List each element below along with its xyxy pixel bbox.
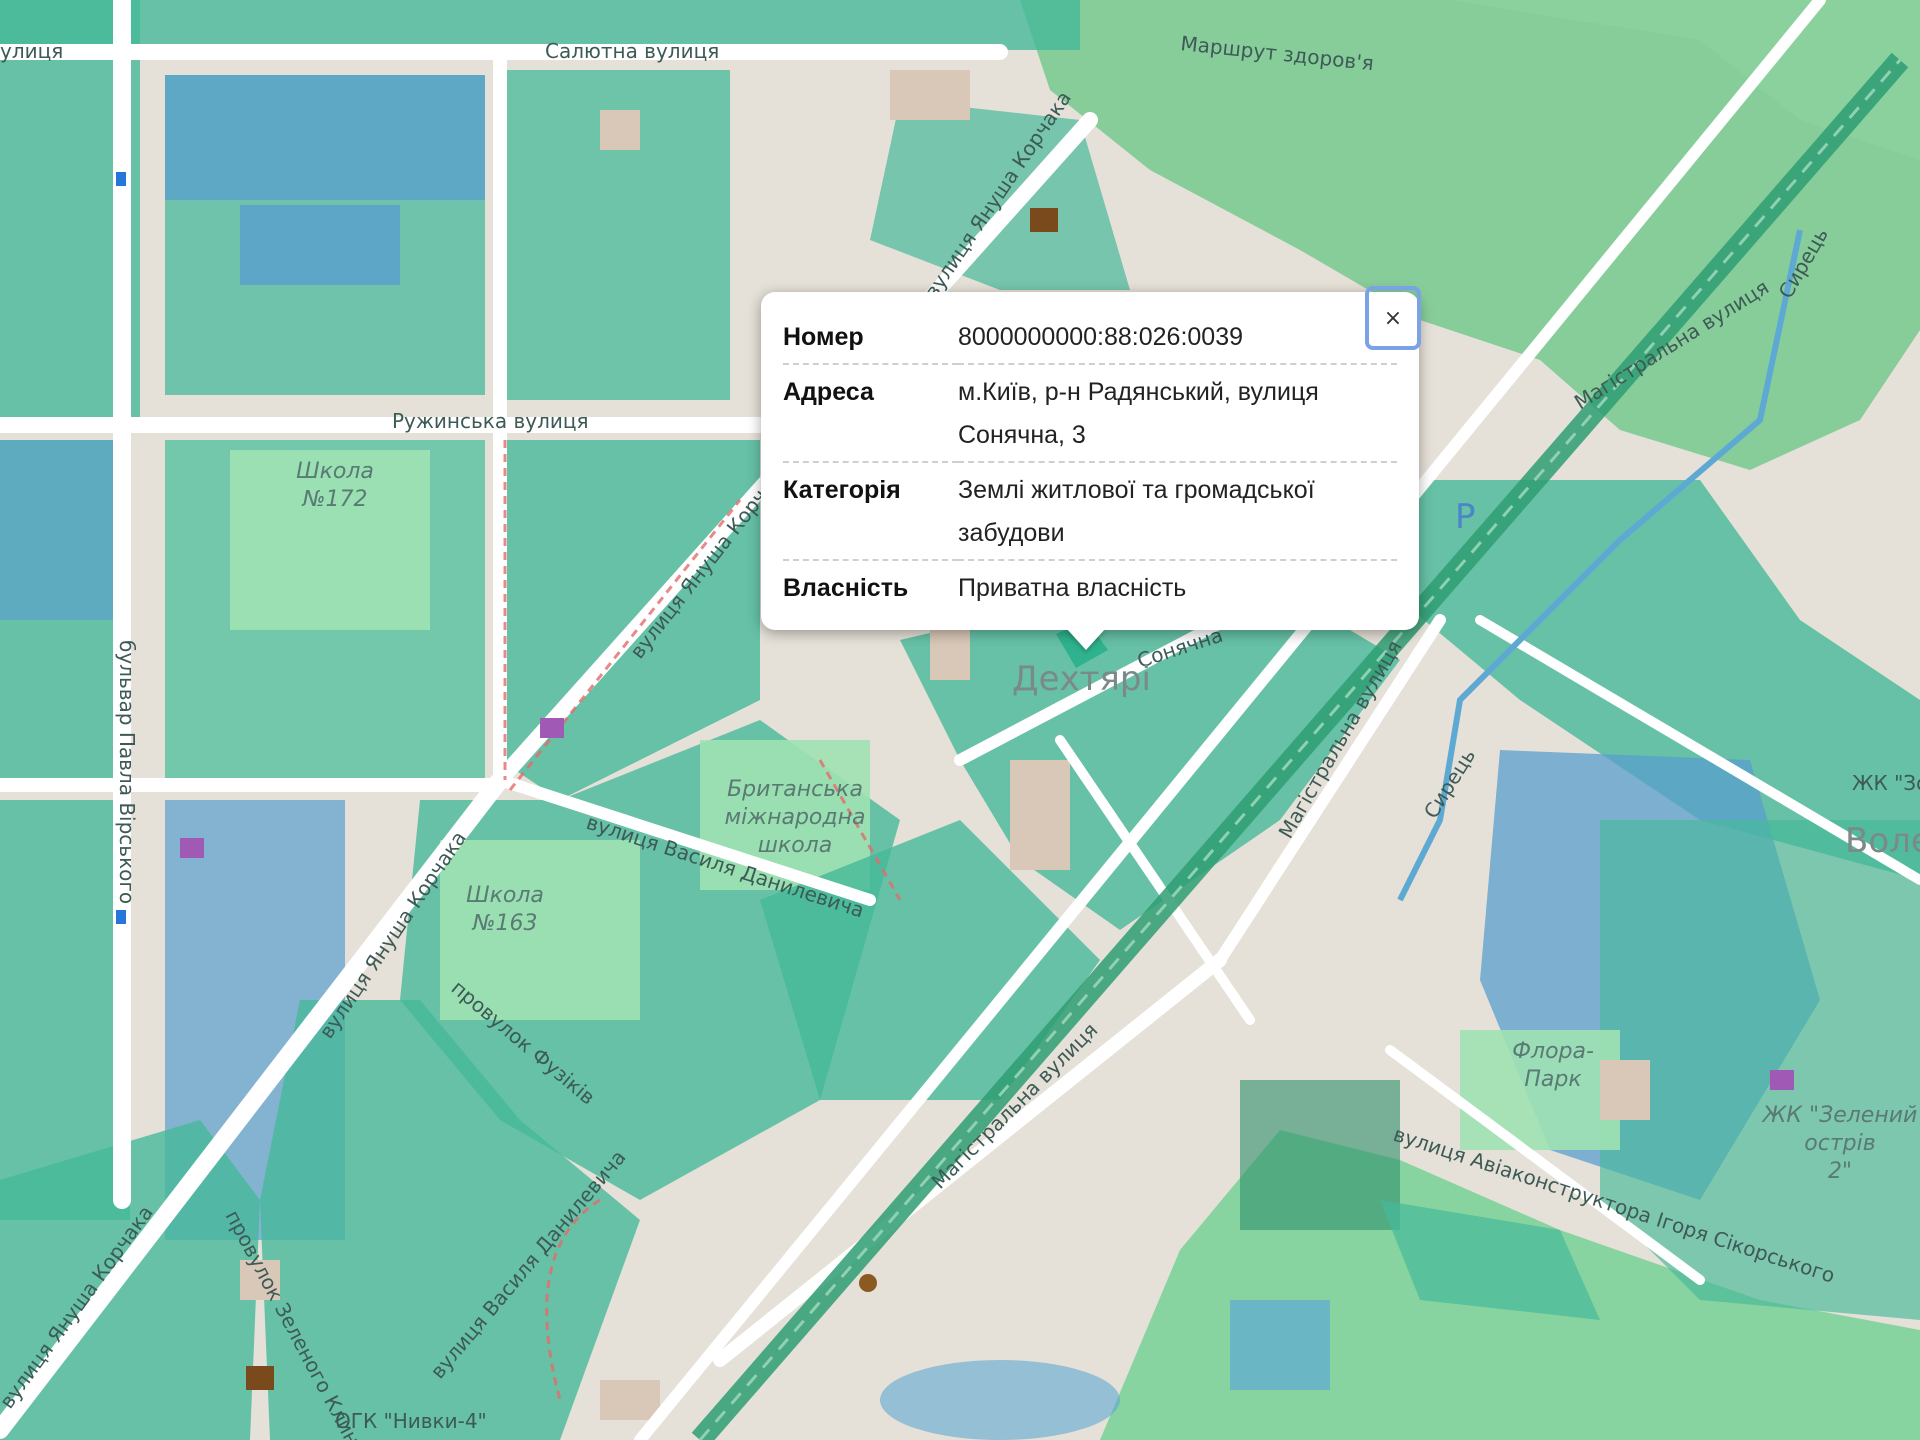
- parcel-info-popup: × Номер 8000000000:88:026:0039 Адреса м.…: [761, 286, 1421, 630]
- info-key-ownership: Власність: [783, 574, 909, 602]
- shop-icon-left: [180, 838, 204, 858]
- label-zhk-zelenyi-line2: острів: [1804, 1131, 1875, 1156]
- info-key-category: Категорія: [783, 462, 958, 561]
- parking-icon: P: [1455, 497, 1476, 537]
- library-icon-bottom: [246, 1366, 274, 1390]
- label-virskoho-boulevard: бульвар Павла Вірського: [115, 640, 139, 904]
- label-ulytsia-left: улиця: [0, 39, 63, 63]
- info-key-number: Номер: [783, 310, 958, 365]
- parcel-info-table: Номер 8000000000:88:026:0039 Адреса м.Ки…: [783, 310, 1397, 614]
- label-zhk-zelenyi-line3: 2": [1828, 1159, 1852, 1184]
- label-ruzhynska-street: Ружинська вулиця: [392, 409, 589, 433]
- shop-icon-right: [1770, 1070, 1794, 1090]
- label-ogk: ОГК "Нивки-4": [335, 1409, 487, 1433]
- label-british-school-line3: школа: [758, 833, 832, 858]
- label-flora-park-line2: Парк: [1524, 1067, 1582, 1092]
- info-row-ownership: Власність Приватна власність: [783, 560, 1397, 614]
- close-popup-button[interactable]: ×: [1365, 286, 1421, 350]
- label-vole-district: Воле: [1845, 821, 1920, 861]
- info-row-category: Категорія Землі житлової та громадської …: [783, 462, 1397, 561]
- info-value-address: м.Київ, р-н Радянський, вулиця Сонячна, …: [958, 364, 1397, 463]
- label-british-school-line1: Британська: [727, 777, 863, 802]
- label-zhk-zelenyi-line1: ЖК "Зелений: [1761, 1103, 1918, 1128]
- label-school-163-number: №163: [472, 911, 538, 936]
- popup-pointer: [1066, 628, 1106, 650]
- label-school-172-number: №172: [302, 487, 368, 512]
- info-key-address: Адреса: [783, 364, 958, 463]
- label-british-school-line2: міжнародна: [725, 805, 866, 830]
- info-value-category: Землі житлової та громадської забудови: [958, 462, 1397, 561]
- map-canvas[interactable]: Салютна вулиця Ружинська вулиця вулиця Я…: [0, 0, 1920, 1440]
- railway-station-icon: [859, 1274, 877, 1292]
- library-icon: [1030, 208, 1058, 232]
- info-value-ownership: Приватна власність: [958, 574, 1187, 602]
- info-value-number: 8000000000:88:026:0039: [958, 310, 1397, 365]
- info-row-address: Адреса м.Київ, р-н Радянський, вулиця Со…: [783, 364, 1397, 463]
- info-row-number: Номер 8000000000:88:026:0039: [783, 310, 1397, 365]
- label-salyutna-street: Салютна вулиця: [545, 39, 719, 63]
- label-school-172-name: Школа: [296, 459, 374, 484]
- label-dehtiari-district: Дехтярі: [1012, 659, 1151, 699]
- bus-stop-icon-2: [116, 910, 126, 924]
- bus-stop-icon: [116, 172, 126, 186]
- label-flora-park-line1: Флора-: [1512, 1039, 1594, 1064]
- label-school-163-name: Школа: [466, 883, 544, 908]
- label-zhk-right: ЖК "Зо: [1852, 771, 1920, 795]
- shop-icon: [540, 718, 564, 738]
